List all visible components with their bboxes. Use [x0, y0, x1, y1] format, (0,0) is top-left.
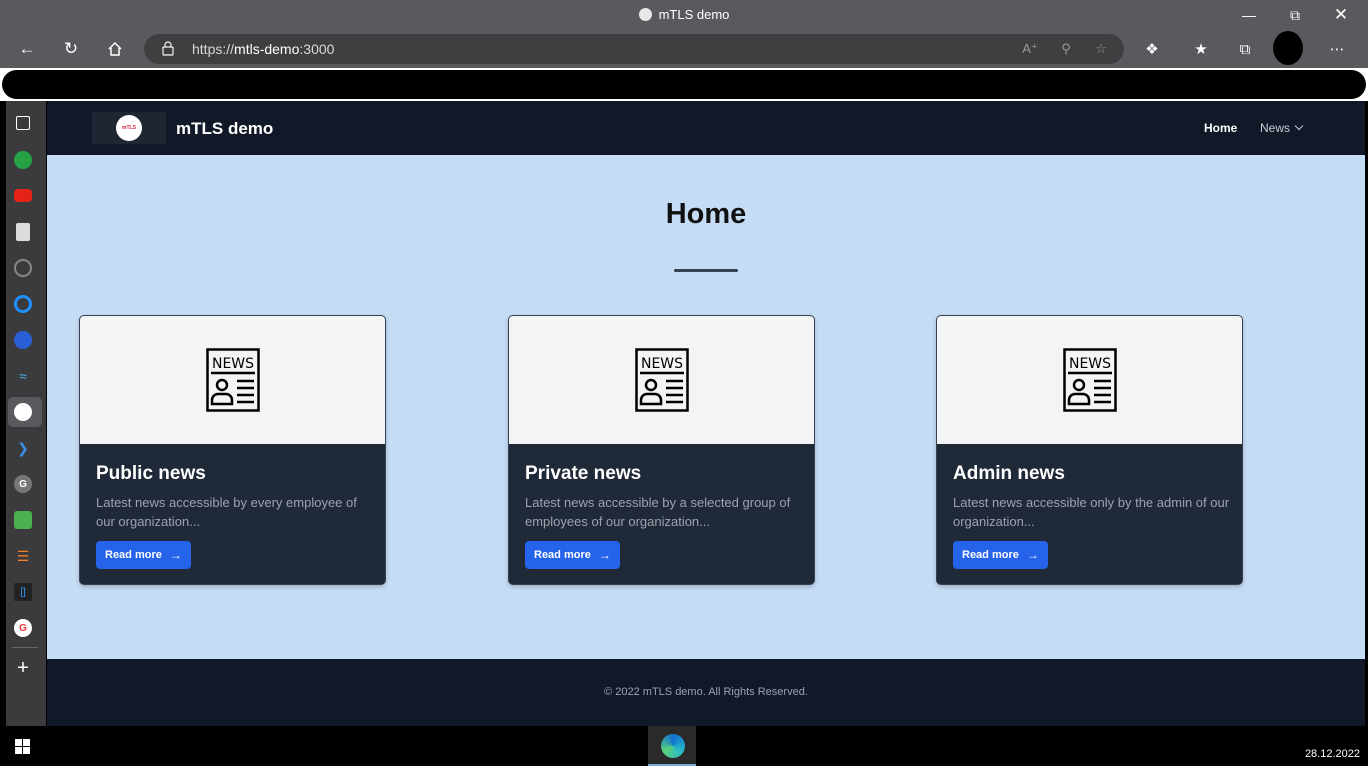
add-favorite-icon[interactable]: ☆	[1091, 40, 1111, 58]
arrow-right-icon: →	[1026, 548, 1039, 562]
nav-news-label: News	[1260, 121, 1291, 135]
site-footer: © 2022 mTLS demo. All Rights Reserved.	[47, 659, 1365, 726]
svg-text:NEWS: NEWS	[1069, 356, 1111, 372]
google-icon[interactable]: G	[14, 619, 32, 637]
whatsapp-icon[interactable]	[14, 151, 32, 169]
windows-start-icon[interactable]	[15, 739, 31, 755]
newspaper-icon: NEWS	[635, 348, 689, 412]
read-more-button[interactable]: Read more →	[525, 541, 620, 569]
globe-app-icon[interactable]	[14, 331, 32, 349]
news-card-private: NEWS Private news Latest news accessible…	[508, 315, 815, 585]
web-page: mTLS mTLS demo Home News Home NEWS Publi…	[47, 101, 1365, 726]
gear-icon[interactable]	[14, 259, 32, 277]
card-image-area: NEWS	[509, 316, 814, 444]
refresh-button[interactable]: ↻	[56, 34, 86, 64]
browser-title-bar: mTLS demo — ⧉ ✕	[0, 0, 1368, 30]
tab-favicon-icon	[638, 8, 652, 21]
window-title: mTLS demo	[0, 7, 1368, 22]
read-aloud-icon[interactable]: A⁺	[1020, 40, 1040, 58]
window-title-text: mTLS demo	[658, 7, 730, 22]
site-brand[interactable]: mTLS demo	[176, 119, 273, 139]
home-button[interactable]	[100, 34, 130, 64]
edge-icon	[661, 734, 685, 758]
newspaper-icon: NEWS	[206, 348, 260, 412]
news-card-public: NEWS Public news Latest news accessible …	[79, 315, 386, 585]
vscode-icon[interactable]: ❯	[14, 439, 32, 457]
card-title: Public news	[96, 463, 206, 484]
logo-circle: mTLS	[116, 115, 142, 141]
code-app-icon[interactable]: []	[14, 583, 32, 601]
home-icon	[108, 41, 122, 56]
read-more-button[interactable]: Read more →	[953, 541, 1048, 569]
back-button[interactable]: ←	[12, 34, 42, 64]
profile-avatar[interactable]	[1273, 31, 1303, 65]
youtube-icon[interactable]	[14, 189, 32, 202]
stackoverflow-icon[interactable]: ☰	[14, 547, 32, 565]
card-image-area: NEWS	[937, 316, 1242, 444]
chevron-down-icon	[1294, 121, 1304, 131]
card-title: Private news	[525, 463, 642, 484]
extensions-icon[interactable]: ❖	[1137, 34, 1167, 64]
card-description: Latest news accessible by a selected gro…	[525, 495, 791, 529]
refresh-app-icon[interactable]	[14, 295, 32, 313]
title-divider	[674, 269, 738, 272]
url-text: https://mtls-demo:3000	[192, 41, 335, 57]
mtls-app-icon[interactable]	[14, 403, 32, 421]
windows-taskbar: 28.12.2022	[0, 726, 1368, 766]
page-title: Home	[665, 198, 747, 230]
site-navbar: mTLS mTLS demo Home News	[47, 101, 1365, 155]
news-card-admin: NEWS Admin news Latest news accessible o…	[936, 315, 1243, 585]
card-title: Admin news	[953, 463, 1065, 484]
lock-icon	[162, 41, 174, 56]
zoom-icon[interactable]: ⚲	[1056, 40, 1076, 58]
read-more-label: Read more	[105, 549, 162, 561]
card-description: Latest news accessible only by the admin…	[953, 495, 1230, 529]
minimize-button[interactable]: —	[1226, 0, 1272, 30]
tab-actions-icon[interactable]	[16, 116, 30, 130]
svg-text:NEWS: NEWS	[641, 356, 683, 372]
redacted-area	[2, 70, 1366, 99]
favorites-bar	[0, 68, 1368, 101]
close-window-button[interactable]: ✕	[1318, 0, 1364, 30]
document-icon[interactable]	[16, 223, 30, 241]
settings-more-icon[interactable]: ⋯	[1322, 34, 1352, 64]
arrow-right-icon: →	[169, 548, 182, 562]
tailwind-icon[interactable]: ≈	[14, 367, 32, 385]
restore-button[interactable]: ⧉	[1272, 0, 1318, 30]
favorites-icon[interactable]: ★	[1186, 34, 1216, 64]
taskbar-edge-button[interactable]	[648, 726, 696, 766]
svg-text:NEWS: NEWS	[212, 356, 254, 372]
google-gray-icon[interactable]: G	[14, 475, 32, 493]
leaf-app-icon[interactable]	[14, 511, 32, 529]
collections-icon[interactable]: ⧉	[1230, 34, 1260, 64]
read-more-label: Read more	[534, 549, 591, 561]
arrow-right-icon: →	[598, 548, 611, 562]
copyright-text: © 2022 mTLS demo. All Rights Reserved.	[604, 686, 808, 698]
add-sidebar-app-icon[interactable]: +	[14, 657, 32, 679]
nav-news-dropdown[interactable]: News	[1260, 121, 1304, 135]
site-logo[interactable]: mTLS	[92, 112, 166, 144]
taskbar-date: 28.12.2022	[1304, 748, 1360, 760]
address-bar[interactable]: https://mtls-demo:3000 A⁺ ⚲ ☆	[144, 34, 1124, 64]
newspaper-icon: NEWS	[1063, 348, 1117, 412]
card-image-area: NEWS	[80, 316, 385, 444]
nav-home-link[interactable]: Home	[1204, 121, 1237, 135]
read-more-label: Read more	[962, 549, 1019, 561]
card-description: Latest news accessible by every employee…	[96, 495, 357, 529]
browser-toolbar: ← ↻ https://mtls-demo:3000 A⁺ ⚲ ☆ ❖ ★ ⧉ …	[0, 30, 1368, 68]
sidebar-divider	[12, 647, 38, 648]
browser-sidebar: ≈ ❯ G ☰ [] G +	[6, 101, 46, 726]
read-more-button[interactable]: Read more →	[96, 541, 191, 569]
